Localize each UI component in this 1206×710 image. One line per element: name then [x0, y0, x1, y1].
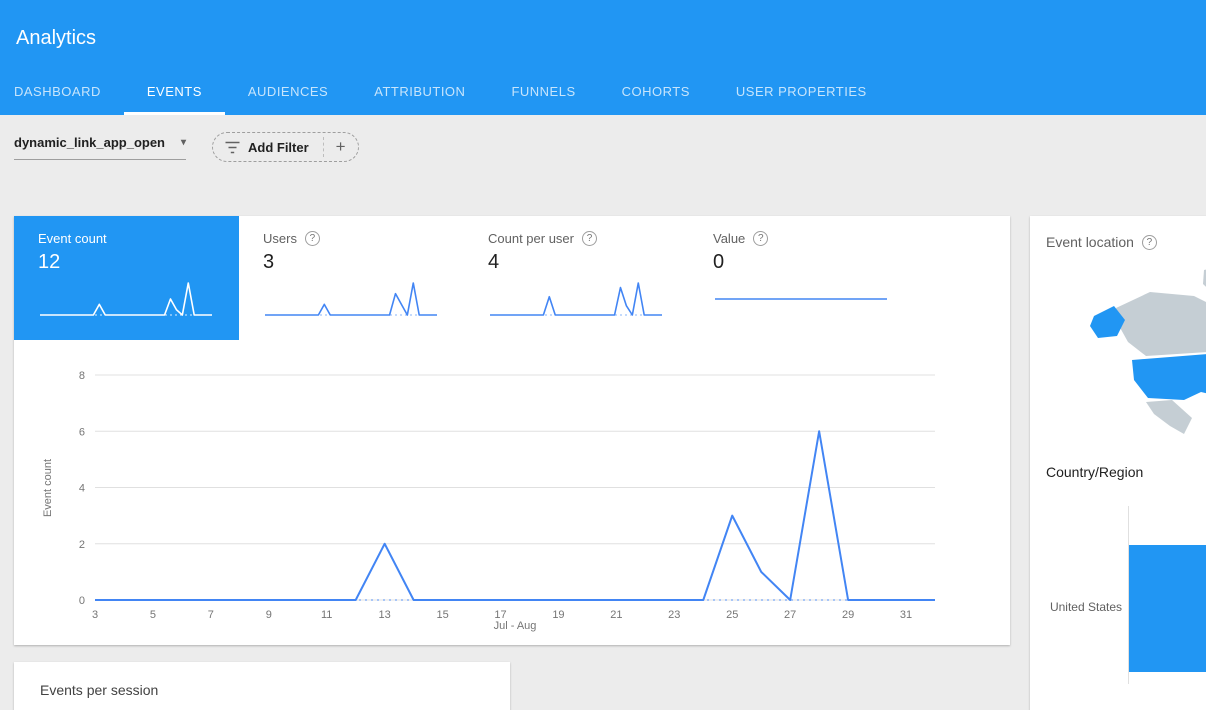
stat-card-value: 4: [488, 251, 665, 274]
svg-text:31: 31: [900, 609, 912, 621]
stat-card-users[interactable]: Users? 3: [239, 216, 464, 340]
stat-card-row: Event count 12 Users? 3 Count per user? 4 Valu…: [14, 216, 914, 340]
stat-card-label-row: Event count: [38, 231, 215, 246]
svg-text:23: 23: [668, 609, 680, 621]
tab-bar: DASHBOARDEVENTSAUDIENCESATTRIBUTIONFUNNE…: [0, 71, 890, 115]
svg-text:3: 3: [92, 609, 98, 621]
help-icon[interactable]: ?: [1142, 235, 1157, 250]
svg-text:13: 13: [379, 609, 391, 621]
event-location-header: Event location ?: [1046, 234, 1157, 250]
north-america-map[interactable]: [1088, 262, 1206, 446]
add-filter-label: Add Filter: [248, 140, 309, 155]
stat-card-label: Value: [713, 231, 745, 246]
map-canada: [1116, 292, 1206, 356]
filter-bar: dynamic_link_app_open ▾ Add Filter +: [0, 115, 1206, 216]
svg-text:9: 9: [266, 609, 272, 621]
event-selector-value: dynamic_link_app_open: [14, 135, 165, 150]
stat-card-label: Event count: [38, 231, 107, 246]
svg-text:19: 19: [552, 609, 564, 621]
firebase-analytics-page: Analytics DASHBOARDEVENTSAUDIENCESATTRIB…: [0, 0, 1206, 710]
svg-text:21: 21: [610, 609, 622, 621]
help-icon[interactable]: ?: [305, 231, 320, 246]
country-bar-united-states[interactable]: [1129, 545, 1206, 672]
event-selector-dropdown[interactable]: dynamic_link_app_open ▾: [14, 135, 186, 160]
sparkline-count-per-user: [488, 277, 664, 321]
events-per-session-card: Events per session: [14, 662, 510, 710]
svg-text:25: 25: [726, 609, 738, 621]
add-icon: +: [323, 137, 346, 157]
stat-card-event-count[interactable]: Event count 12: [14, 216, 239, 340]
stat-card-label-row: Users?: [263, 231, 440, 246]
stat-card-label-row: Value?: [713, 231, 890, 246]
events-overview-card: Event count 12 Users? 3 Count per user? 4 Valu…: [14, 216, 1010, 645]
country-row-label: United States: [1030, 600, 1122, 614]
svg-text:27: 27: [784, 609, 796, 621]
map-united-states: [1132, 354, 1206, 400]
country-region-label: Country/Region: [1046, 464, 1143, 480]
dropdown-caret-icon: ▾: [181, 137, 186, 148]
svg-text:5: 5: [150, 609, 156, 621]
svg-text:0: 0: [79, 595, 85, 607]
filter-icon: [225, 141, 240, 154]
tab-user-properties[interactable]: USER PROPERTIES: [713, 71, 890, 115]
svg-text:7: 7: [208, 609, 214, 621]
y-axis-title: Event count: [42, 459, 54, 517]
help-icon[interactable]: ?: [753, 231, 768, 246]
stat-card-label: Count per user: [488, 231, 574, 246]
event-location-card: Event location ? Country/Region United S…: [1030, 216, 1206, 710]
tab-audiences[interactable]: AUDIENCES: [225, 71, 351, 115]
stat-card-value: 0: [713, 251, 890, 274]
map-mexico: [1146, 400, 1192, 434]
sparkline-value: [713, 277, 889, 321]
stat-card-value: 12: [38, 251, 215, 274]
svg-text:11: 11: [321, 609, 332, 621]
stat-card-count-per-user[interactable]: Count per user? 4: [464, 216, 689, 340]
tab-events[interactable]: EVENTS: [124, 71, 225, 115]
page-title: Analytics: [16, 27, 96, 50]
app-bar: Analytics DASHBOARDEVENTSAUDIENCESATTRIB…: [0, 0, 1206, 115]
svg-text:15: 15: [436, 609, 448, 621]
events-per-session-title: Events per session: [40, 682, 158, 698]
tab-funnels[interactable]: FUNNELS: [488, 71, 598, 115]
help-icon[interactable]: ?: [582, 231, 597, 246]
svg-text:6: 6: [79, 426, 85, 438]
add-filter-button[interactable]: Add Filter +: [212, 132, 359, 162]
tab-cohorts[interactable]: COHORTS: [599, 71, 713, 115]
stat-card-value: 3: [263, 251, 440, 274]
tab-attribution[interactable]: ATTRIBUTION: [351, 71, 488, 115]
event-count-line-chart: 0246835791113151719212325272931: [54, 366, 954, 636]
svg-text:29: 29: [842, 609, 854, 621]
x-axis-title: Jul - Aug: [494, 620, 537, 632]
svg-text:4: 4: [79, 483, 85, 495]
tab-dashboard[interactable]: DASHBOARD: [0, 71, 124, 115]
event-location-title: Event location: [1046, 234, 1134, 250]
sparkline-users: [263, 277, 439, 321]
svg-text:2: 2: [79, 539, 85, 551]
stat-card-label: Users: [263, 231, 297, 246]
stat-card-value[interactable]: Value? 0: [689, 216, 914, 340]
sparkline-event-count: [38, 277, 214, 321]
stat-card-label-row: Count per user?: [488, 231, 665, 246]
svg-text:8: 8: [79, 370, 85, 382]
